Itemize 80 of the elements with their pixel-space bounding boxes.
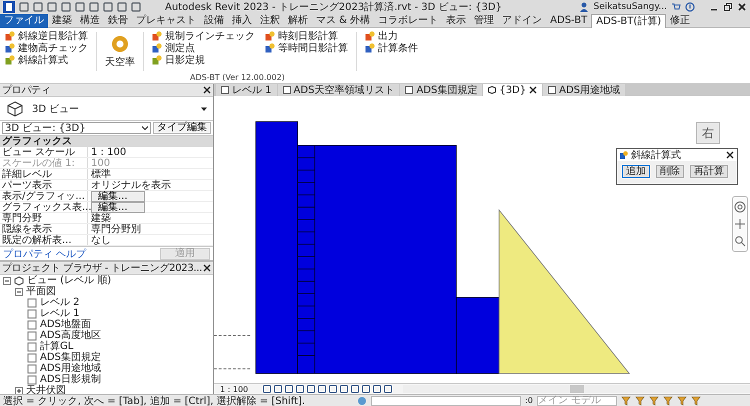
ribbon-tab[interactable]: 鉄骨: [104, 14, 132, 28]
selection-count: :0: [525, 396, 533, 405]
ribbon-button[interactable]: 建物高チェック: [3, 42, 90, 54]
ribbon-button[interactable]: 規制ラインチェック: [150, 30, 257, 42]
edit-button[interactable]: 編集...: [91, 202, 145, 213]
tree-item[interactable]: ADS用途地域: [40, 363, 101, 374]
property-value[interactable]: 建築: [88, 213, 213, 223]
tree-item[interactable]: 平面図: [26, 286, 56, 297]
ribbon-tab[interactable]: マス & 外構: [312, 14, 374, 28]
ribbon-tab[interactable]: 挿入: [228, 14, 256, 28]
ribbon-button[interactable]: 等時間日影計算: [263, 42, 350, 54]
dialog-button[interactable]: 追加: [622, 165, 650, 178]
ribbon-tab[interactable]: ADS-BT: [546, 14, 592, 28]
help-link[interactable]: プロパティ ヘルプ: [3, 246, 86, 260]
property-group[interactable]: グラフィックス: [0, 136, 213, 147]
tree-item[interactable]: ビュー (レベル 順): [27, 275, 112, 286]
window-title: Autodesk Revit 2023 - トレーニング2023計算済.rvt - 3D ビュー: {3D}: [165, 0, 503, 14]
view-tab[interactable]: ADS用途地域: [543, 84, 626, 96]
panel-title: プロジェクト ブラウザ - トレーニング2023...: [2, 262, 202, 275]
ribbon-tab[interactable]: アドイン: [498, 14, 546, 28]
property-label: ビュー スケール: [0, 147, 88, 157]
view-scale[interactable]: 1 : 100: [220, 384, 248, 394]
property-value[interactable]: 1 : 100: [88, 147, 213, 157]
ribbon-tab[interactable]: 設備: [200, 14, 228, 28]
property-label: 詳細レベル: [0, 169, 88, 179]
view-tab[interactable]: {3D}: [483, 84, 542, 96]
ribbon-button[interactable]: 測定点: [150, 42, 257, 54]
property-label: 既定の解析表...: [0, 235, 88, 245]
view-selector[interactable]: 3D ビュー: {3D}: [2, 122, 151, 134]
tree-item[interactable]: ADS高度地区: [40, 330, 101, 341]
tree-item[interactable]: ADS地盤面: [40, 319, 91, 330]
ribbon-tab[interactable]: 構造: [76, 14, 104, 28]
tree-item[interactable]: レベル 1: [40, 308, 80, 319]
ribbon-button[interactable]: 斜線計算式: [3, 54, 90, 66]
ribbon-tab[interactable]: ファイル: [0, 14, 48, 28]
property-label: グラフィックス表...: [0, 202, 88, 212]
property-value[interactable]: なし: [88, 235, 213, 245]
ribbon-button[interactable]: 斜線逆日影計算: [3, 30, 90, 42]
ribbon-button[interactable]: 計算条件: [363, 42, 420, 54]
panel-title: プロパティ: [2, 84, 51, 97]
dialog-title: 斜線計算式: [631, 148, 682, 162]
tree-item[interactable]: レベル 2: [40, 297, 80, 308]
view-cube[interactable]: 右: [696, 122, 720, 144]
property-value: 100: [90, 158, 112, 168]
ribbon-tab[interactable]: 表示: [442, 14, 470, 28]
ribbon-button[interactable]: 時刻日影計算: [263, 30, 350, 42]
panel-label: ADS-BT (Ver 12.00.002): [189, 73, 286, 83]
view-tab[interactable]: ADS集団規定: [400, 84, 482, 96]
ribbon-tab[interactable]: 建築: [48, 14, 76, 28]
ribbon-button[interactable]: 天空率: [103, 34, 137, 69]
property-value[interactable]: 標準: [88, 169, 213, 179]
property-label: パーツ表示: [0, 180, 88, 190]
property-label: 表示/グラフィッ...: [0, 191, 88, 201]
ribbon-tab[interactable]: コラボレート: [374, 14, 442, 28]
dialog-button[interactable]: 削除: [656, 165, 684, 178]
edit-type-button[interactable]: タイプ編集: [153, 122, 211, 134]
ribbon-button[interactable]: 日影定規: [150, 54, 257, 66]
property-label: 専門分野: [0, 213, 88, 223]
view-tab[interactable]: レベル 1: [216, 84, 277, 96]
ribbon-tab[interactable]: プレキャスト: [132, 14, 200, 28]
status-text: 選択 = クリック, 次へ = [Tab], 追加 = [Ctrl], 選択解除 = [Shift].: [3, 394, 306, 406]
property-label: スケールの値 1:: [0, 158, 88, 168]
user-name[interactable]: SeikatsuSangy...: [593, 2, 667, 12]
ribbon-tab[interactable]: 注釈: [256, 14, 284, 28]
edit-button[interactable]: 編集...: [91, 191, 145, 202]
property-value[interactable]: オリジナルを表示: [88, 180, 213, 190]
ribbon-tab[interactable]: 修正: [666, 14, 694, 28]
type-selector[interactable]: 3D ビュー: [0, 97, 213, 121]
tree-item[interactable]: ADS集団規定: [40, 352, 101, 363]
view-tab[interactable]: ADS天空率領域リスト: [278, 84, 400, 96]
tree-item[interactable]: ADS日影規制: [40, 374, 101, 385]
property-value[interactable]: 専門分野別: [88, 224, 213, 234]
ribbon-tab[interactable]: 管理: [470, 14, 498, 28]
ribbon-button[interactable]: 出力: [363, 30, 420, 42]
ribbon-tab[interactable]: 解析: [284, 14, 312, 28]
ribbon-tab[interactable]: ADS-BT(計算): [591, 14, 666, 28]
dialog-button[interactable]: 再計算: [690, 165, 728, 178]
property-label: 隠線を表示: [0, 224, 88, 234]
tree-item[interactable]: 計算GL: [40, 341, 74, 352]
tree-item[interactable]: 天井伏図: [26, 385, 66, 394]
